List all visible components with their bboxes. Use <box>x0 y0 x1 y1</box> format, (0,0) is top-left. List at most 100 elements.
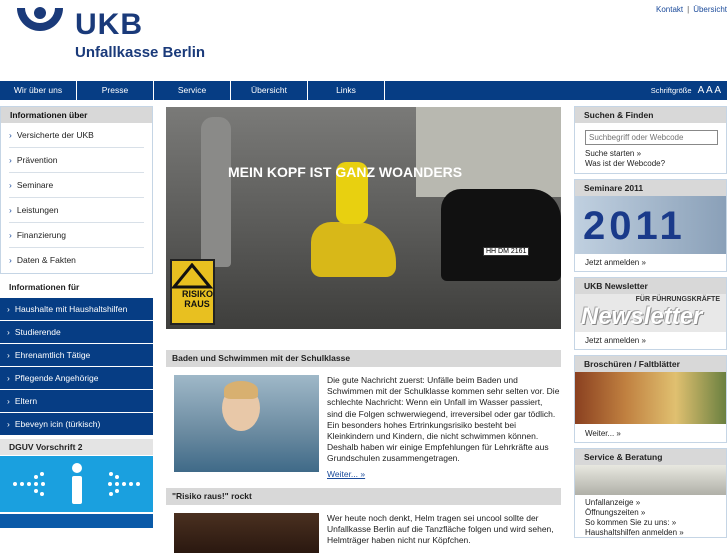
article-body: Die gute Nachricht zuerst: Unfälle beim … <box>327 375 560 464</box>
risiko-raus-text: RISIKO RAUS <box>182 289 214 309</box>
chevron-right-icon: › <box>7 327 10 337</box>
nav-wir-ueber-uns[interactable]: Wir über uns <box>0 81 77 100</box>
info-icon <box>13 463 140 504</box>
warning-triangle-icon <box>172 263 213 289</box>
chevron-right-icon: › <box>9 180 12 190</box>
nav-links[interactable]: Links <box>308 81 385 100</box>
top-links: Kontakt | Übersicht <box>656 5 727 14</box>
info-about-box: Informationen über › Versicherte der UKB … <box>0 106 153 274</box>
brochures-image[interactable] <box>575 372 726 424</box>
info-about-title: Informationen über <box>1 107 152 123</box>
chevron-right-icon: › <box>7 419 10 429</box>
nav-uebersicht[interactable]: Übersicht <box>231 81 308 100</box>
sidebar-item-finanzierung[interactable]: › Finanzierung <box>9 223 144 248</box>
nav-presse[interactable]: Presse <box>77 81 154 100</box>
header: UKB Unfallkasse Berlin Kontakt | Übersicht <box>0 0 727 80</box>
sidebar-item-label: Prävention <box>16 155 58 165</box>
chevron-right-icon: › <box>9 230 12 240</box>
left-sidebar: Informationen über › Versicherte der UKB … <box>0 106 153 528</box>
article-image-2[interactable] <box>174 512 319 553</box>
sidebar-item-haushalte[interactable]: › Haushalte mit Haushaltshilfen <box>0 298 153 320</box>
newsletter-register-link[interactable]: Jetzt anmelden » <box>575 336 726 346</box>
sidebar-item-ehrenamtlich[interactable]: › Ehrenamtlich Tätige <box>0 344 153 366</box>
newsletter-wordmark: Newsletter <box>581 303 703 330</box>
hero-car <box>441 189 561 281</box>
brochures-more-link[interactable]: Weiter... » <box>575 429 726 439</box>
sidebar-item-label: Studierende <box>14 327 61 337</box>
seminar-title: Seminare 2011 <box>575 180 726 196</box>
sidebar-item-pflegende[interactable]: › Pflegende Angehörige <box>0 367 153 389</box>
sidebar-item-label: Ehrenamtlich Tätige <box>14 350 91 360</box>
chevron-right-icon: › <box>9 130 12 140</box>
hero-tagline: MEIN KOPF IST GANZ WOANDERS <box>228 164 463 180</box>
search-title: Suchen & Finden <box>575 107 726 123</box>
article-title[interactable]: Baden und Schwimmen mit der Schulklasse <box>166 350 561 367</box>
service-link-oeffnungszeiten[interactable]: Öffnungszeiten » <box>575 508 726 518</box>
seminar-register-link[interactable]: Jetzt anmelden » <box>575 258 726 268</box>
article-title-2[interactable]: "Risiko raus!" rockt <box>166 487 561 505</box>
dguv-banner[interactable] <box>0 456 153 512</box>
hero-sky <box>416 107 561 197</box>
main-content: HH DM 2161 MEIN KOPF IST GANZ WOANDERS R… <box>166 107 561 553</box>
search-box: Suchen & Finden Suche starten » Was ist … <box>574 106 727 174</box>
seminar-box: Seminare 2011 2011 Jetzt anmelden » <box>574 179 727 272</box>
sidebar-item-label: Ebeveyn icin (türkisch) <box>14 419 101 429</box>
search-input[interactable] <box>585 130 718 145</box>
sidebar-item-label: Seminare <box>16 180 54 190</box>
nav-service[interactable]: Service <box>154 81 231 100</box>
sidebar-item-ebeveyn[interactable]: › Ebeveyn icin (türkisch) <box>0 413 153 435</box>
chevron-right-icon: › <box>9 155 12 165</box>
hero-woman-figure <box>201 117 231 267</box>
sidebar-item-label: Finanzierung <box>16 230 66 240</box>
ukb-logo-mark-icon <box>17 7 63 31</box>
logo-text: UKB <box>75 8 143 41</box>
newsletter-image[interactable]: FÜR FÜHRUNGSKRÄFTE Newsletter <box>575 294 726 332</box>
seminar-year: 2011 <box>583 204 686 248</box>
sidebar-item-daten-fakten[interactable]: › Daten & Fakten <box>9 248 144 273</box>
sidebar-item-praevention[interactable]: › Prävention <box>9 148 144 173</box>
sidebar-item-eltern[interactable]: › Eltern <box>0 390 153 412</box>
chevron-right-icon: › <box>7 350 10 360</box>
webcode-help-link[interactable]: Was ist der Webcode? <box>575 159 726 169</box>
service-link-unfallanzeige[interactable]: Unfallanzeige » <box>575 498 726 508</box>
toplink-separator: | <box>687 5 690 14</box>
article-image[interactable] <box>174 375 319 472</box>
search-submit-link[interactable]: Suche starten » <box>575 149 726 159</box>
logo-subtitle: Unfallkasse Berlin <box>75 44 206 61</box>
ukb-logo[interactable]: UKB Unfallkasse Berlin <box>15 4 215 64</box>
sidebar-item-seminare[interactable]: › Seminare <box>9 173 144 198</box>
hero-scooter <box>311 222 396 277</box>
sidebar-item-label: Versicherte der UKB <box>16 130 94 140</box>
seminar-image[interactable]: 2011 <box>575 196 726 254</box>
newsletter-subtitle: FÜR FÜHRUNGSKRÄFTE <box>635 296 720 303</box>
chevron-right-icon: › <box>9 255 12 265</box>
service-link-anfahrt[interactable]: So kommen Sie zu uns: » <box>575 518 726 528</box>
service-link-haushaltshilfen[interactable]: Haushaltshilfen anmelden » <box>575 528 726 538</box>
chevron-right-icon: › <box>7 373 10 383</box>
font-size-control: Schriftgröße A A A <box>651 81 727 100</box>
service-image[interactable] <box>575 465 726 495</box>
article-body-2: Wer heute noch denkt, Helm tragen sei un… <box>327 512 554 546</box>
newsletter-box: UKB Newsletter FÜR FÜHRUNGSKRÄFTE Newsle… <box>574 277 727 350</box>
sidebar-item-label: Eltern <box>14 396 38 406</box>
article-teaser-2: Wer heute noch denkt, Helm tragen sei un… <box>166 512 561 553</box>
font-size-label: Schriftgröße <box>650 86 692 95</box>
chevron-right-icon: › <box>9 205 12 215</box>
dguv-title: DGUV Vorschrift 2 <box>0 439 153 455</box>
font-size-options[interactable]: A A A <box>698 85 721 96</box>
main-nav: Wir über uns Presse Service Übersicht Li… <box>0 81 727 100</box>
article-text: Die gute Nachricht zuerst: Unfälle beim … <box>327 375 560 480</box>
service-title: Service & Beratung <box>575 449 726 465</box>
read-more-link[interactable]: Weiter... » <box>327 469 365 480</box>
brochures-box: Broschüren / Faltblätter Weiter... » <box>574 355 727 443</box>
dguv-box: DGUV Vorschrift 2 <box>0 439 153 528</box>
hero-banner[interactable]: HH DM 2161 MEIN KOPF IST GANZ WOANDERS R… <box>166 107 561 329</box>
kontakt-link[interactable]: Kontakt <box>656 5 683 14</box>
sidebar-item-label: Daten & Fakten <box>16 255 76 265</box>
sidebar-item-studierende[interactable]: › Studierende <box>0 321 153 343</box>
right-sidebar: Suchen & Finden Suche starten » Was ist … <box>574 106 727 543</box>
uebersicht-top-link[interactable]: Übersicht <box>693 5 727 14</box>
sidebar-item-label: Leistungen <box>16 205 59 215</box>
sidebar-item-versicherte[interactable]: › Versicherte der UKB <box>9 123 144 148</box>
sidebar-item-leistungen[interactable]: › Leistungen <box>9 198 144 223</box>
